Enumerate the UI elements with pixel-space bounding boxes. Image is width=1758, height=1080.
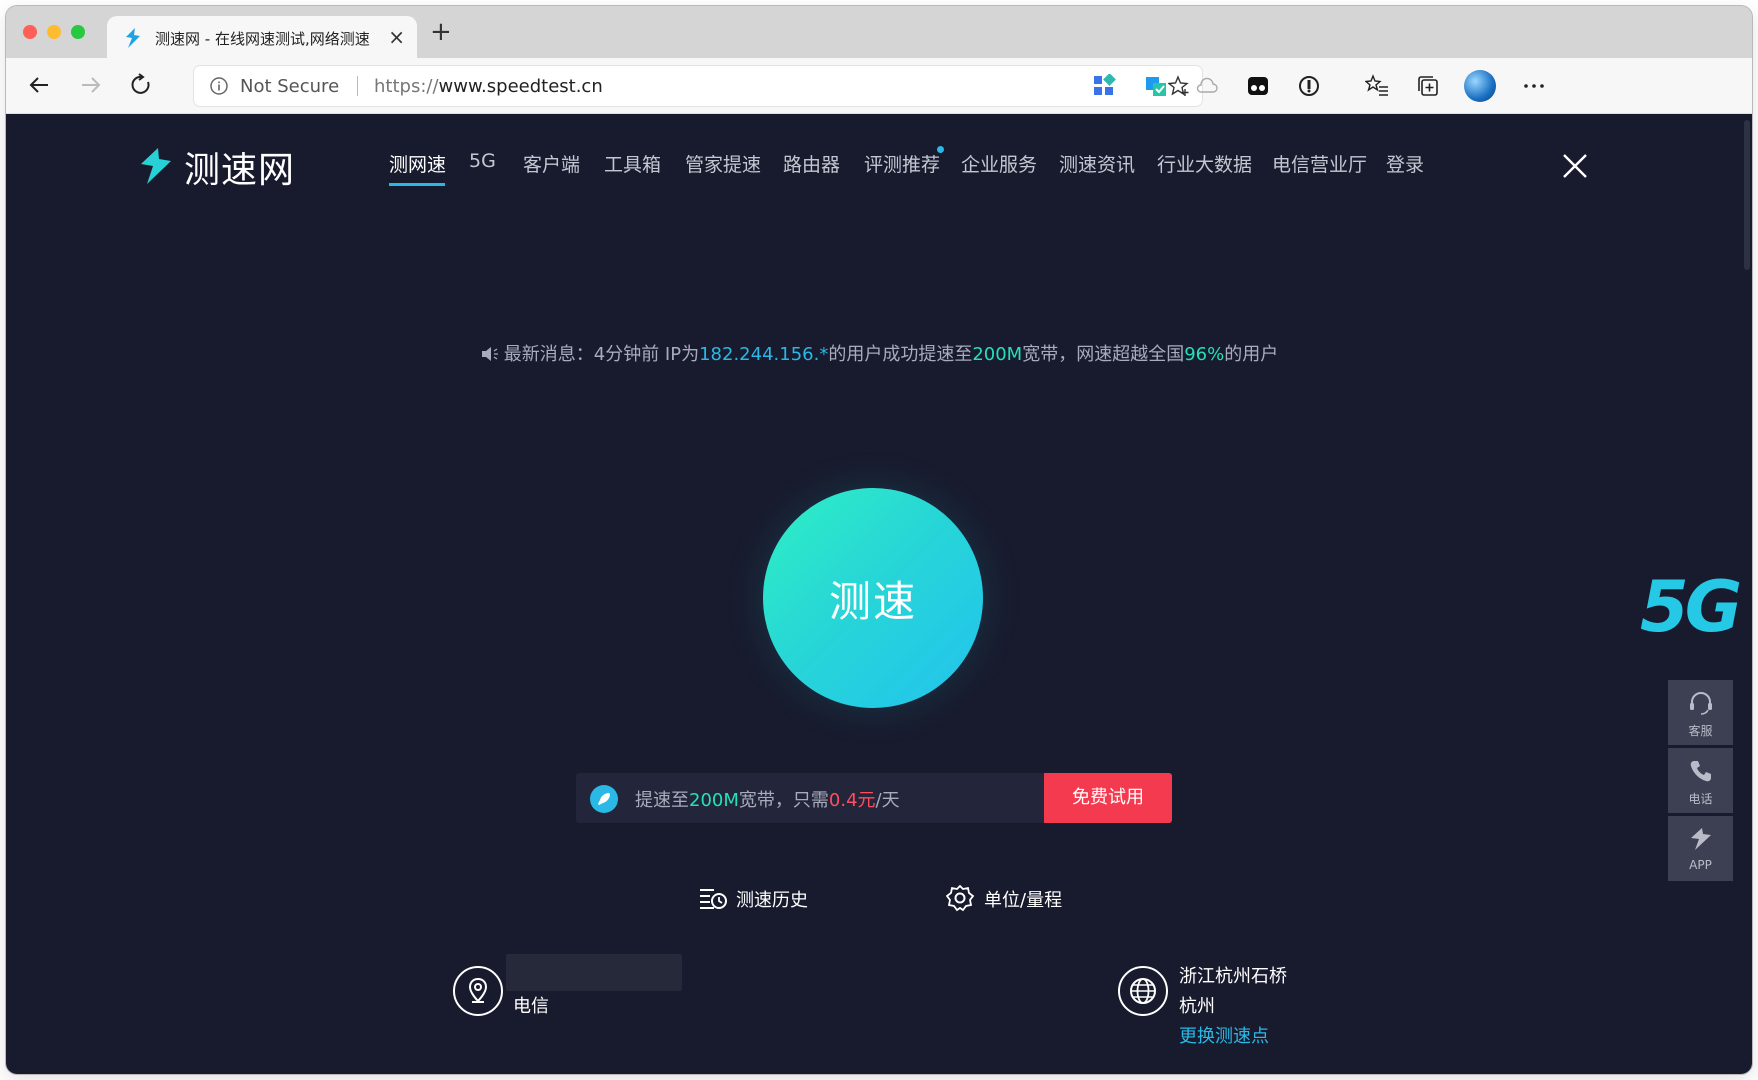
glasses-extension-icon[interactable] [1246, 74, 1270, 98]
side-tool-label: 电话 [1688, 792, 1713, 806]
forward-icon[interactable] [76, 70, 106, 100]
nav-item-boost[interactable]: 管家提速 [685, 150, 761, 177]
site-logo-text[interactable]: 测速网 [184, 141, 295, 193]
promo-bandwidth: 200M [689, 790, 739, 811]
nav-item-enterprise[interactable]: 企业服务 [961, 150, 1037, 177]
server-location: 浙江杭州石桥 [1179, 966, 1287, 987]
notice-middle2: 宽带，网速超越全国 [1022, 344, 1185, 365]
isp-location-icon [453, 966, 503, 1016]
upgrade-promo-bar: 提速至200M宽带，只需0.4元/天 免费试用 [576, 773, 1172, 823]
translate-icon[interactable] [1144, 74, 1168, 98]
tab-speedtest[interactable]: 测速网 - 在线网速测试,网络测速 × [107, 16, 417, 58]
start-speedtest-button[interactable]: 测速 [763, 488, 983, 708]
location-pin-icon [468, 977, 488, 1003]
side-5g-badge[interactable]: 5G [1640, 566, 1742, 648]
server-globe-icon [1118, 966, 1168, 1016]
address-separator [357, 76, 358, 96]
history-label: 测速历史 [736, 890, 808, 911]
notice-percent: 96% [1184, 344, 1225, 365]
speaker-icon [481, 347, 498, 361]
units-button[interactable]: 单位/量程 [946, 884, 1096, 912]
globe-icon [1130, 978, 1156, 1004]
tab-close-button[interactable]: × [388, 25, 405, 49]
server-city: 杭州 [1179, 996, 1215, 1017]
nav-new-dot [937, 146, 944, 153]
favorites-list-icon[interactable] [1365, 74, 1389, 98]
phone-icon [1690, 761, 1711, 782]
side-tool-label: 客服 [1688, 724, 1713, 738]
collections-icon[interactable] [1416, 74, 1440, 98]
side-tool-label: APP [1689, 858, 1712, 872]
history-button[interactable]: 测速历史 [698, 884, 838, 912]
minimize-window-button[interactable] [47, 25, 61, 39]
extensions-grid-icon[interactable] [1092, 74, 1116, 98]
speedtest-logo-icon[interactable] [137, 146, 177, 186]
gear-icon [946, 884, 975, 912]
promo-prefix: 提速至 [635, 790, 689, 811]
zoom-window-button[interactable] [71, 25, 85, 39]
new-tab-button[interactable]: + [430, 18, 452, 46]
notice-middle: 的用户成功提速至 [828, 344, 973, 365]
side-tool-phone[interactable]: 电话 [1668, 748, 1733, 813]
units-label: 单位/量程 [984, 890, 1063, 911]
free-trial-button[interactable]: 免费试用 [1044, 773, 1172, 823]
rocket-icon [590, 785, 618, 813]
latest-news-ticker: 最新消息：4分钟前 IP为182.244.156.*的用户成功提速至200M宽带… [6, 340, 1752, 366]
history-icon [700, 889, 727, 909]
nav-item-news[interactable]: 测速资讯 [1059, 150, 1135, 177]
reload-icon[interactable] [126, 70, 156, 100]
page-scrollbar[interactable] [1744, 120, 1750, 270]
favorite-star-icon[interactable] [1168, 75, 1190, 97]
headset-icon [1690, 692, 1712, 715]
nav-item-telecom-hall[interactable]: 电信营业厅 [1272, 150, 1367, 177]
nav-active-underline [389, 183, 445, 186]
ip-address-redacted [506, 954, 682, 991]
page-content: 测速网 测网速 5G 客户端 工具箱 管家提速 路由器 评测推荐 企业服务 测速… [6, 114, 1752, 1074]
nav-item-big-data[interactable]: 行业大数据 [1157, 150, 1252, 177]
notice-suffix: 的用户 [1224, 344, 1279, 365]
speedtest-favicon-icon [126, 28, 140, 48]
notice-prefix: 最新消息：4分钟前 IP为 [503, 344, 700, 365]
url-text[interactable]: https://www.speedtest.cn [374, 76, 603, 97]
side-toolbar: 客服 电话 APP [1668, 680, 1733, 884]
tab-strip: 测速网 - 在线网速测试,网络测速 × + [6, 6, 1752, 58]
browser-window: 测速网 - 在线网速测试,网络测速 × + Not Secure https:/… [6, 6, 1752, 1074]
url-domain: www.speedtest.cn [438, 76, 603, 97]
nav-item-reviews[interactable]: 评测推荐 [864, 150, 940, 177]
back-icon[interactable] [24, 70, 54, 100]
nav-item-speedtest[interactable]: 测网速 [389, 150, 446, 177]
profile-avatar[interactable] [1464, 70, 1496, 102]
change-server-link[interactable]: 更换测速点 [1179, 1022, 1269, 1048]
notice-ip: 182.244.156.* [699, 344, 829, 365]
address-bar[interactable]: Not Secure https://www.speedtest.cn [194, 66, 1202, 106]
nav-item-toolbox[interactable]: 工具箱 [604, 150, 661, 177]
nav-item-client[interactable]: 客户端 [523, 150, 580, 177]
browser-toolbar: Not Secure https://www.speedtest.cn [6, 58, 1752, 114]
notice-speed: 200M [972, 344, 1023, 365]
speedtest-button-label: 测速 [828, 576, 917, 626]
side-tool-customer-service[interactable]: 客服 [1668, 680, 1733, 745]
side-tool-app[interactable]: APP [1668, 816, 1733, 881]
security-status: Not Secure [240, 76, 340, 97]
tab-title: 测速网 - 在线网速测试,网络测速 [155, 30, 370, 48]
url-scheme: https:// [374, 76, 439, 97]
promo-suffix: /天 [875, 790, 900, 811]
promo-price: 0.4元 [828, 790, 876, 811]
close-icon[interactable] [1561, 152, 1589, 180]
more-options-icon[interactable] [1522, 74, 1546, 98]
promo-text: 提速至200M宽带，只需0.4元/天 [635, 786, 900, 812]
isp-name: 电信 [513, 996, 549, 1017]
close-window-button[interactable] [23, 25, 37, 39]
cloud-icon[interactable] [1195, 74, 1219, 98]
nav-item-5g[interactable]: 5G [469, 150, 496, 172]
password-manager-icon[interactable] [1297, 74, 1321, 98]
promo-mid: 宽带，只需 [738, 790, 829, 811]
info-icon[interactable] [210, 77, 228, 95]
nav-item-login[interactable]: 登录 [1386, 150, 1424, 177]
app-logo-icon [1691, 828, 1711, 850]
nav-item-router[interactable]: 路由器 [783, 150, 840, 177]
